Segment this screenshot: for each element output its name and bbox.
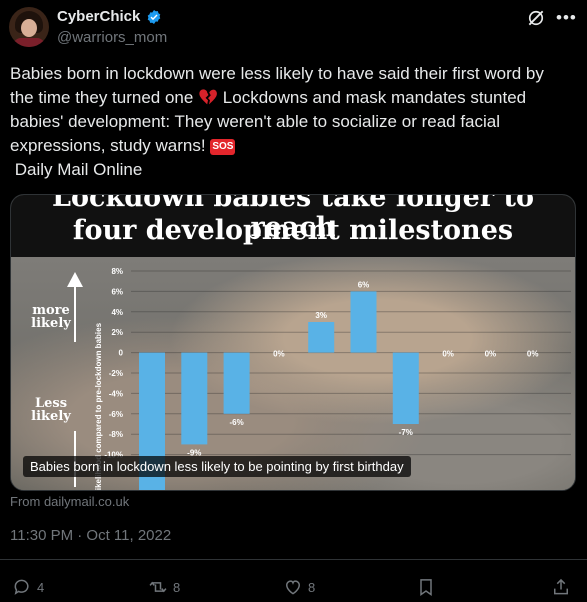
- tweet-text: Babies born in lockdown were less likely…: [10, 62, 570, 182]
- reply-count: 4: [37, 579, 45, 595]
- bar-value-label: -6%: [229, 418, 243, 427]
- chart-bar: [181, 352, 208, 445]
- y-tick-label: 0: [119, 349, 124, 358]
- like-count: 8: [308, 579, 316, 595]
- author-name[interactable]: CyberChick: [57, 8, 140, 25]
- like-button[interactable]: 8: [283, 576, 315, 598]
- verified-badge-icon: [147, 10, 161, 24]
- tweet-timestamp[interactable]: 11:30 PM · Oct 11, 2022: [10, 527, 171, 544]
- bar-value-label: 0%: [527, 350, 539, 359]
- bar-value-label: 3%: [315, 311, 327, 320]
- bookmark-icon: [420, 579, 432, 596]
- y-tick-label: -6%: [109, 410, 123, 419]
- reply-icon: [14, 579, 29, 595]
- heart-icon: [285, 580, 301, 595]
- avatar[interactable]: [9, 7, 49, 47]
- retweet-icon: [149, 581, 167, 593]
- link-card[interactable]: Lockdown babies take longer to reach fou…: [10, 194, 576, 491]
- chart-bar: [308, 322, 335, 353]
- broken-heart-icon: [199, 89, 217, 105]
- tweet-source-label: Daily Mail Online: [14, 160, 143, 179]
- y-tick-label: -2%: [109, 369, 123, 378]
- y-tick-label: 2%: [111, 328, 123, 337]
- share-button[interactable]: [551, 576, 571, 598]
- milestone-bar-chart: 8%6%4%2%0-2%-4%-6%-8%-10%Likelihood comp…: [31, 267, 571, 490]
- grok-icon[interactable]: [526, 8, 546, 28]
- arrow-up-icon: [67, 272, 83, 287]
- retweet-count: 8: [173, 579, 181, 595]
- y-tick-label: 4%: [111, 308, 123, 317]
- more-options-icon[interactable]: •••: [556, 8, 577, 28]
- bar-value-label: 6%: [358, 280, 370, 289]
- bar-value-label: 0%: [273, 350, 285, 359]
- bookmark-button[interactable]: [416, 576, 436, 598]
- card-caption[interactable]: Babies born in lockdown less likely to b…: [23, 456, 411, 477]
- y-tick-label: 6%: [111, 287, 123, 296]
- bar-value-label: 0%: [485, 350, 497, 359]
- reply-button[interactable]: 4: [12, 576, 44, 598]
- y-tick-label: -8%: [109, 430, 123, 439]
- chart-bar: [223, 352, 250, 414]
- link-source[interactable]: From dailymail.co.uk: [10, 494, 129, 509]
- side-label-less: likely: [31, 409, 71, 424]
- divider: [0, 559, 587, 560]
- y-tick-label: 8%: [111, 267, 123, 276]
- chart-bar: [350, 291, 377, 353]
- retweet-button[interactable]: 8: [148, 576, 180, 598]
- side-label-more: likely: [31, 316, 71, 331]
- bar-value-label: -7%: [399, 428, 413, 437]
- chart-bar: [392, 352, 419, 424]
- share-icon: [554, 578, 568, 595]
- sos-icon: SOS: [210, 139, 236, 155]
- bar-value-label: 0%: [442, 350, 454, 359]
- author-handle[interactable]: @warriors_mom: [57, 29, 167, 46]
- y-tick-label: -4%: [109, 389, 123, 398]
